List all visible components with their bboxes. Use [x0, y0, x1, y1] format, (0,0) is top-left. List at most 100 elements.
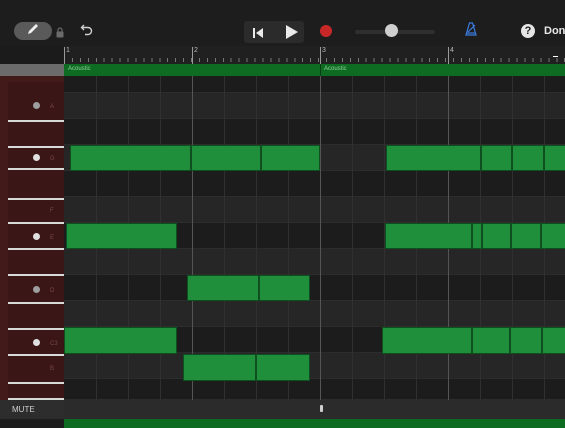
- metronome-icon: [464, 22, 478, 40]
- done-button[interactable]: Done: [544, 25, 565, 37]
- midi-note[interactable]: [187, 275, 259, 301]
- bar-line: [192, 76, 193, 400]
- playhead-marker[interactable]: [553, 56, 558, 57]
- key-dot: [33, 286, 40, 293]
- midi-note[interactable]: [70, 145, 191, 171]
- mute-button[interactable]: MUTE: [0, 400, 64, 419]
- bar-marker: [192, 47, 193, 64]
- bar-marker: [320, 47, 321, 64]
- help-button[interactable]: ?: [521, 24, 535, 38]
- ruler-corner: [0, 46, 64, 64]
- key-g[interactable]: G: [8, 148, 64, 170]
- toolbar: ? Done: [0, 0, 565, 46]
- bar-number: 2: [194, 47, 198, 54]
- midi-note[interactable]: [544, 145, 565, 171]
- midi-note[interactable]: [472, 327, 510, 354]
- transport-controls: [244, 21, 304, 43]
- key-black-spacer[interactable]: [8, 250, 64, 276]
- beat-line: [288, 76, 289, 400]
- ruler-ticks: [64, 58, 565, 62]
- midi-note[interactable]: [512, 145, 544, 171]
- midi-note[interactable]: [542, 327, 565, 354]
- midi-note[interactable]: [66, 223, 177, 249]
- record-button[interactable]: [320, 25, 332, 37]
- beat-line: [352, 76, 353, 400]
- key-label: D: [50, 288, 55, 294]
- key-black-spacer[interactable]: [8, 304, 64, 330]
- bar-line: [320, 76, 321, 400]
- key-black-spacer[interactable]: [8, 384, 64, 400]
- key-label: A: [50, 104, 55, 110]
- pitch-row: [64, 301, 565, 327]
- lock-icon[interactable]: [56, 25, 64, 43]
- bar-marker: [448, 47, 449, 64]
- bar-number: 1: [66, 47, 70, 54]
- pitch-row: [64, 76, 565, 93]
- metronome-button[interactable]: [464, 22, 478, 41]
- bar-number: 4: [450, 47, 454, 54]
- key-black-spacer[interactable]: [8, 170, 64, 200]
- midi-note[interactable]: [261, 145, 320, 171]
- midi-note[interactable]: [481, 145, 512, 171]
- go-to-beginning-button[interactable]: [252, 26, 264, 44]
- pitch-row: [64, 275, 565, 301]
- lane-handle[interactable]: [320, 405, 323, 412]
- key-b[interactable]: B: [8, 356, 64, 384]
- pencil-icon: [26, 22, 40, 41]
- track-header-spacer: [0, 419, 64, 428]
- key-black-spacer[interactable]: [8, 122, 64, 148]
- key-label: C3: [50, 341, 58, 347]
- key-label: G: [50, 156, 55, 162]
- midi-note[interactable]: [511, 223, 541, 249]
- key-d[interactable]: D: [8, 276, 64, 304]
- undo-icon: [80, 23, 94, 40]
- bar-marker: [64, 47, 65, 64]
- skip-back-icon: [252, 26, 264, 43]
- play-button[interactable]: [286, 25, 298, 39]
- region-divider: [320, 64, 321, 76]
- pitch-row: [64, 93, 565, 119]
- pitch-row: [64, 353, 565, 379]
- midi-note[interactable]: [256, 354, 310, 381]
- key-dot: [33, 339, 40, 346]
- key-dot: [33, 102, 40, 109]
- timeline-ruler[interactable]: 1 2 3 4: [64, 46, 565, 64]
- volume-slider-knob[interactable]: [385, 24, 398, 37]
- piano-roll-grid[interactable]: [64, 76, 565, 400]
- automation-lane[interactable]: [64, 400, 565, 419]
- track-header-spacer: [0, 64, 64, 76]
- midi-note[interactable]: [385, 223, 472, 249]
- midi-note[interactable]: [510, 327, 542, 354]
- midi-note[interactable]: [382, 327, 472, 354]
- key-label: B: [50, 366, 55, 372]
- key-dot: [33, 233, 40, 240]
- key-label: F: [50, 208, 54, 214]
- piano-keyboard: A G F E D C3 B: [0, 76, 64, 400]
- pitch-row: [64, 197, 565, 223]
- mute-label: MUTE: [12, 405, 35, 414]
- midi-note[interactable]: [259, 275, 310, 301]
- key-label: E: [50, 235, 55, 241]
- pencil-tool-button[interactable]: [14, 22, 52, 40]
- midi-note[interactable]: [541, 223, 565, 249]
- pitch-row: [64, 379, 565, 400]
- key-e[interactable]: E: [8, 224, 64, 250]
- key-a[interactable]: A: [8, 82, 64, 122]
- midi-note[interactable]: [64, 327, 177, 354]
- region-strip[interactable]: Acoustic Acoustic: [64, 64, 565, 76]
- midi-note[interactable]: [386, 145, 481, 171]
- region-strip-bottom[interactable]: [64, 419, 565, 428]
- region-label: Acoustic: [324, 66, 347, 72]
- pitch-row: [64, 171, 565, 197]
- midi-note[interactable]: [183, 354, 256, 381]
- midi-note[interactable]: [191, 145, 261, 171]
- pitch-row: [64, 119, 565, 145]
- beat-line: [256, 76, 257, 400]
- pitch-row: [64, 249, 565, 275]
- key-f[interactable]: F: [8, 200, 64, 224]
- midi-note[interactable]: [482, 223, 511, 249]
- undo-button[interactable]: [80, 22, 94, 41]
- midi-note[interactable]: [472, 223, 482, 249]
- region-label: Acoustic: [68, 66, 91, 72]
- key-c3[interactable]: C3: [8, 330, 64, 356]
